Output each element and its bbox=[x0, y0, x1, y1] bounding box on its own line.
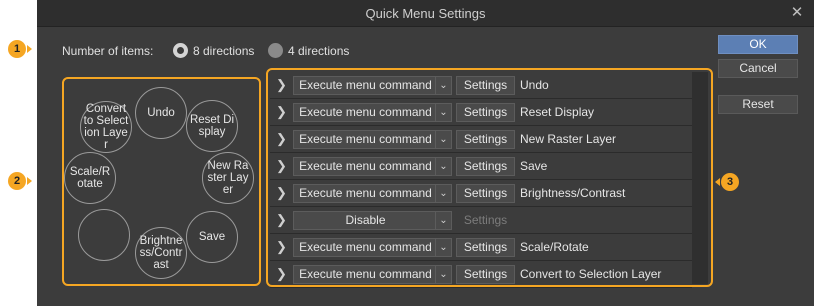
titlebar: Quick Menu Settings ✕ bbox=[37, 0, 814, 27]
settings-button[interactable]: Settings bbox=[456, 103, 515, 122]
callout-badge-2: 2 bbox=[8, 172, 26, 190]
list-item[interactable]: ❯ Execute menu command ⌄ Settings Scale/… bbox=[270, 234, 692, 261]
slot-bottom[interactable]: Brightness/Contrast bbox=[135, 227, 187, 279]
slot-left[interactable]: Scale/Rotate bbox=[64, 152, 116, 204]
action-type-select[interactable]: Execute menu command ⌄ bbox=[293, 76, 452, 95]
action-type-value: Execute menu command bbox=[299, 186, 432, 200]
settings-button[interactable]: Settings bbox=[456, 184, 515, 203]
chevron-down-icon: ⌄ bbox=[435, 212, 451, 229]
radio-8-directions-label: 8 directions bbox=[193, 43, 255, 58]
radio-4-directions[interactable]: 4 directions bbox=[268, 43, 349, 58]
settings-button[interactable]: Settings bbox=[456, 238, 515, 257]
action-type-value: Execute menu command bbox=[299, 78, 432, 92]
action-type-value: Execute menu command bbox=[299, 132, 432, 146]
command-label: New Raster Layer bbox=[520, 132, 617, 146]
chevron-right-icon[interactable]: ❯ bbox=[276, 159, 288, 173]
action-type-value: Execute menu command bbox=[299, 159, 432, 173]
command-label: Undo bbox=[520, 78, 549, 92]
chevron-down-icon: ⌄ bbox=[435, 77, 451, 94]
radio-4-directions-label: 4 directions bbox=[288, 43, 350, 58]
ok-button[interactable]: OK bbox=[718, 35, 798, 54]
list-item[interactable]: ❯ Execute menu command ⌄ Settings Conver… bbox=[270, 261, 692, 288]
list-scrollbar[interactable] bbox=[692, 72, 708, 284]
slot-bottom-left[interactable] bbox=[78, 209, 130, 261]
action-type-select[interactable]: Execute menu command ⌄ bbox=[293, 157, 452, 176]
quick-menu-settings-dialog: Quick Menu Settings ✕ 1 Number of items:… bbox=[8, 0, 814, 306]
menu-items-list: ❯ Execute menu command ⌄ Settings Undo ❯… bbox=[266, 68, 713, 288]
settings-button[interactable]: Settings bbox=[456, 157, 515, 176]
list-item[interactable]: ❯ Execute menu command ⌄ Settings Bright… bbox=[270, 180, 692, 207]
settings-button-disabled: Settings bbox=[463, 213, 508, 227]
chevron-right-icon[interactable]: ❯ bbox=[276, 267, 288, 281]
list-item[interactable]: ❯ Disable ⌄ Settings bbox=[270, 207, 692, 234]
reset-button[interactable]: Reset bbox=[718, 95, 798, 114]
slot-top-right[interactable]: Reset Display bbox=[186, 100, 238, 152]
chevron-down-icon: ⌄ bbox=[435, 266, 451, 283]
callout-pointer-1 bbox=[27, 45, 32, 53]
chevron-right-icon[interactable]: ❯ bbox=[276, 105, 288, 119]
callout-badge-1: 1 bbox=[8, 40, 26, 58]
callout-pointer-3 bbox=[715, 178, 720, 186]
chevron-right-icon[interactable]: ❯ bbox=[276, 186, 288, 200]
chevron-right-icon[interactable]: ❯ bbox=[276, 240, 288, 254]
chevron-down-icon: ⌄ bbox=[435, 158, 451, 175]
command-label: Convert to Selection Layer bbox=[520, 267, 662, 281]
command-label: Scale/Rotate bbox=[520, 240, 589, 254]
settings-button[interactable]: Settings bbox=[456, 265, 515, 284]
settings-button[interactable]: Settings bbox=[456, 130, 515, 149]
action-type-value: Execute menu command bbox=[299, 267, 432, 281]
list-item[interactable]: ❯ Execute menu command ⌄ Settings Reset … bbox=[270, 99, 692, 126]
slot-top[interactable]: Undo bbox=[135, 87, 187, 139]
dialog-title: Quick Menu Settings bbox=[365, 6, 486, 21]
command-label: Brightness/Contrast bbox=[520, 186, 626, 200]
slot-top-left[interactable]: Convert to Selection Layer bbox=[80, 101, 132, 153]
radio-unselected-icon bbox=[268, 43, 283, 58]
radio-8-directions[interactable]: 8 directions bbox=[173, 43, 254, 58]
command-label: Reset Display bbox=[520, 105, 595, 119]
list-item[interactable]: ❯ Execute menu command ⌄ Settings New Ra… bbox=[270, 126, 692, 153]
radial-menu-preview: Undo Reset Display New Raster Layer Save… bbox=[62, 77, 261, 286]
settings-button[interactable]: Settings bbox=[456, 76, 515, 95]
slot-right[interactable]: New Raster Layer bbox=[202, 152, 254, 204]
slot-bottom-right[interactable]: Save bbox=[186, 211, 238, 263]
chevron-right-icon[interactable]: ❯ bbox=[276, 132, 288, 146]
action-type-select[interactable]: Execute menu command ⌄ bbox=[293, 103, 452, 122]
chevron-right-icon[interactable]: ❯ bbox=[276, 213, 288, 227]
action-type-select[interactable]: Disable ⌄ bbox=[293, 211, 452, 230]
action-type-select[interactable]: Execute menu command ⌄ bbox=[293, 184, 452, 203]
action-type-select[interactable]: Execute menu command ⌄ bbox=[293, 265, 452, 284]
chevron-right-icon[interactable]: ❯ bbox=[276, 78, 288, 92]
action-type-value: Disable bbox=[345, 213, 386, 227]
callout-pointer-2 bbox=[27, 177, 32, 185]
cancel-button[interactable]: Cancel bbox=[718, 59, 798, 78]
chevron-down-icon: ⌄ bbox=[435, 239, 451, 256]
chevron-down-icon: ⌄ bbox=[435, 104, 451, 121]
list-item[interactable]: ❯ Execute menu command ⌄ Settings Save bbox=[270, 153, 692, 180]
items-count-label: Number of items: bbox=[62, 44, 154, 58]
callout-badge-3: 3 bbox=[721, 173, 739, 191]
list-item[interactable]: ❯ Execute menu command ⌄ Settings Undo bbox=[270, 72, 692, 99]
command-label: Save bbox=[520, 159, 548, 173]
close-icon[interactable]: ✕ bbox=[788, 4, 806, 22]
action-type-value: Execute menu command bbox=[299, 240, 432, 254]
chevron-down-icon: ⌄ bbox=[435, 185, 451, 202]
radio-selected-icon bbox=[173, 43, 188, 58]
action-type-select[interactable]: Execute menu command ⌄ bbox=[293, 238, 452, 257]
action-type-select[interactable]: Execute menu command ⌄ bbox=[293, 130, 452, 149]
chevron-down-icon: ⌄ bbox=[435, 131, 451, 148]
action-type-value: Execute menu command bbox=[299, 105, 432, 119]
